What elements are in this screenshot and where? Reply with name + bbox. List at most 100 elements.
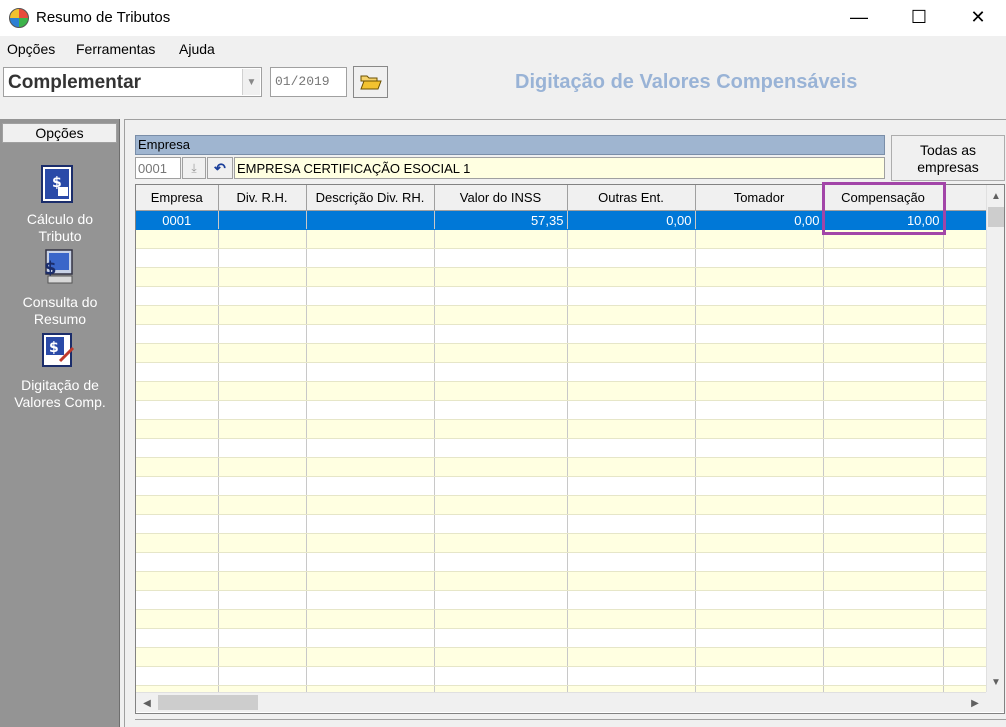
open-folder-button[interactable]	[353, 66, 388, 98]
empty-cell[interactable]	[218, 267, 307, 287]
empty-table-row[interactable]	[136, 628, 1004, 648]
empty-cell[interactable]	[567, 343, 696, 363]
empty-cell[interactable]	[136, 666, 219, 686]
empty-cell[interactable]	[823, 362, 944, 382]
empty-cell[interactable]	[434, 476, 568, 496]
empty-cell[interactable]	[695, 533, 824, 553]
empty-cell[interactable]	[695, 286, 824, 306]
empty-cell[interactable]	[306, 362, 435, 382]
empty-cell[interactable]	[823, 248, 944, 268]
empty-cell[interactable]	[567, 514, 696, 534]
empty-cell[interactable]	[218, 514, 307, 534]
empty-cell[interactable]	[218, 305, 307, 325]
empty-cell[interactable]	[695, 590, 824, 610]
empty-table-row[interactable]	[136, 647, 1004, 667]
empty-cell[interactable]	[218, 666, 307, 686]
empty-cell[interactable]	[434, 229, 568, 249]
empty-cell[interactable]	[695, 438, 824, 458]
empty-cell[interactable]	[823, 571, 944, 591]
menu-opcoes[interactable]: Opções	[7, 41, 55, 57]
empty-cell[interactable]	[695, 495, 824, 515]
empty-cell[interactable]	[136, 362, 219, 382]
empty-cell[interactable]	[434, 438, 568, 458]
empty-cell[interactable]	[218, 628, 307, 648]
empty-cell[interactable]	[567, 571, 696, 591]
empty-cell[interactable]	[695, 647, 824, 667]
empty-cell[interactable]	[218, 229, 307, 249]
undo-button[interactable]: ↶	[207, 157, 233, 179]
empty-cell[interactable]	[434, 552, 568, 572]
scroll-right-icon[interactable]: ▶	[966, 694, 984, 712]
column-header-empresa[interactable]: Empresa	[136, 185, 219, 211]
horizontal-scroll-thumb[interactable]	[158, 695, 258, 710]
empty-cell[interactable]	[695, 666, 824, 686]
column-header-div-rh[interactable]: Div. R.H.	[218, 185, 307, 211]
empty-cell[interactable]	[695, 552, 824, 572]
empty-cell[interactable]	[218, 647, 307, 667]
empty-cell[interactable]	[218, 381, 307, 401]
empty-cell[interactable]	[306, 248, 435, 268]
empty-cell[interactable]	[218, 248, 307, 268]
empty-table-row[interactable]	[136, 609, 1004, 629]
empty-cell[interactable]	[434, 533, 568, 553]
scroll-left-icon[interactable]: ◀	[138, 694, 156, 712]
chevron-down-icon[interactable]: ▼	[242, 69, 260, 95]
empty-cell[interactable]	[823, 628, 944, 648]
empty-cell[interactable]	[567, 552, 696, 572]
empty-cell[interactable]	[306, 590, 435, 610]
horizontal-scrollbar[interactable]: ◀ ▶	[136, 692, 986, 712]
empty-cell[interactable]	[567, 362, 696, 382]
empty-cell[interactable]	[823, 476, 944, 496]
empty-cell[interactable]	[567, 400, 696, 420]
empty-cell[interactable]	[823, 400, 944, 420]
cell-descricao[interactable]	[306, 210, 435, 230]
empty-cell[interactable]	[434, 362, 568, 382]
empty-cell[interactable]	[218, 438, 307, 458]
mode-select[interactable]: Complementar ▼	[3, 67, 262, 97]
empty-cell[interactable]	[567, 286, 696, 306]
empty-table-row[interactable]	[136, 590, 1004, 610]
empty-cell[interactable]	[823, 324, 944, 344]
empty-cell[interactable]	[567, 419, 696, 439]
empty-cell[interactable]	[136, 400, 219, 420]
empty-cell[interactable]	[218, 343, 307, 363]
empty-cell[interactable]	[136, 476, 219, 496]
cell-outras-ent[interactable]: 0,00	[567, 210, 696, 230]
empty-cell[interactable]	[136, 248, 219, 268]
sidebar-item-consulta[interactable]: Consulta do Resumo	[0, 294, 120, 328]
cell-empresa[interactable]: 0001	[136, 210, 219, 230]
empty-cell[interactable]	[695, 381, 824, 401]
empty-cell[interactable]	[136, 324, 219, 344]
empty-table-row[interactable]	[136, 476, 1004, 496]
calculator-doc-icon[interactable]: $	[40, 165, 76, 203]
empty-cell[interactable]	[434, 457, 568, 477]
period-input[interactable]: 01/2019	[270, 67, 347, 97]
empty-cell[interactable]	[306, 514, 435, 534]
empty-cell[interactable]	[306, 533, 435, 553]
empty-cell[interactable]	[306, 571, 435, 591]
empty-cell[interactable]	[306, 267, 435, 287]
empty-cell[interactable]	[306, 438, 435, 458]
empty-cell[interactable]	[306, 305, 435, 325]
empty-cell[interactable]	[306, 400, 435, 420]
lookup-button[interactable]: ⤓	[182, 157, 206, 179]
scroll-down-icon[interactable]: ▼	[987, 673, 1005, 691]
maximize-button[interactable]: ☐	[896, 0, 942, 34]
empty-cell[interactable]	[695, 362, 824, 382]
empty-cell[interactable]	[136, 381, 219, 401]
sidebar-item-digitacao[interactable]: Digitação de Valores Comp.	[0, 377, 120, 411]
empty-cell[interactable]	[695, 324, 824, 344]
empty-cell[interactable]	[434, 381, 568, 401]
empty-cell[interactable]	[434, 400, 568, 420]
column-header-tomador[interactable]: Tomador	[695, 185, 824, 211]
empty-cell[interactable]	[218, 286, 307, 306]
empty-cell[interactable]	[567, 305, 696, 325]
cell-tomador[interactable]: 0,00	[695, 210, 824, 230]
scroll-up-icon[interactable]: ▲	[987, 187, 1005, 205]
empty-cell[interactable]	[567, 647, 696, 667]
empty-cell[interactable]	[823, 343, 944, 363]
empty-table-row[interactable]	[136, 267, 1004, 287]
empty-cell[interactable]	[306, 628, 435, 648]
empty-cell[interactable]	[567, 628, 696, 648]
empty-cell[interactable]	[306, 457, 435, 477]
